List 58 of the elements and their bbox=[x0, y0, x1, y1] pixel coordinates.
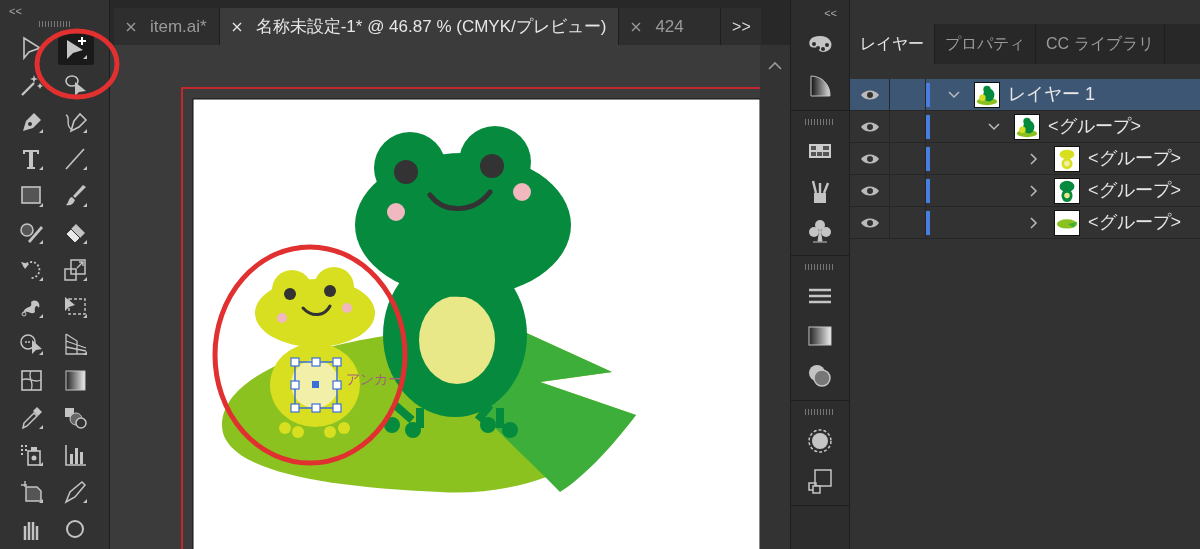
close-icon[interactable] bbox=[631, 21, 642, 32]
scroll-up-icon[interactable] bbox=[768, 61, 782, 70]
rectangle-icon bbox=[19, 183, 45, 209]
layer-row[interactable]: <グループ> bbox=[850, 207, 1200, 239]
chevron-right-icon[interactable] bbox=[1030, 152, 1038, 165]
layer-row[interactable]: <グループ> bbox=[850, 143, 1200, 175]
line-icon bbox=[63, 146, 89, 172]
blend-icon bbox=[63, 405, 89, 431]
artboard-icon bbox=[19, 479, 45, 505]
scale-icon bbox=[63, 257, 89, 283]
spray-can-icon bbox=[19, 442, 45, 468]
layer-row[interactable]: レイヤー 1 bbox=[850, 79, 1200, 111]
stacked-squares-icon[interactable] bbox=[806, 467, 834, 495]
selection-bounding-box bbox=[290, 357, 342, 413]
layer-name: <グループ> bbox=[1048, 115, 1142, 138]
document-tab[interactable]: item.ai* bbox=[114, 8, 220, 45]
layer-thumbnail bbox=[1054, 177, 1080, 204]
eye-icon[interactable] bbox=[859, 120, 880, 133]
overlapping-circles-icon[interactable] bbox=[806, 362, 834, 390]
shape-builder-icon bbox=[19, 331, 45, 357]
eyedropper-icon bbox=[19, 405, 45, 431]
chevron-right-icon[interactable] bbox=[1030, 216, 1038, 229]
perspective-grid-icon bbox=[63, 331, 89, 357]
document-tab[interactable]: 名称未設定-1* @ 46.87 % (CMYK/プレビュー) bbox=[219, 8, 620, 45]
brush-icon bbox=[63, 183, 89, 209]
layer-thumbnail bbox=[974, 81, 1000, 108]
layer-thumbnail bbox=[1054, 145, 1080, 172]
club-icon[interactable] bbox=[806, 217, 834, 245]
layer-name: <グループ> bbox=[1088, 211, 1182, 234]
tab-overflow-button[interactable]: >> bbox=[721, 8, 762, 45]
anchor-hint-label: アンカー bbox=[346, 371, 402, 387]
collapse-toggle[interactable]: << bbox=[824, 8, 837, 24]
layer-name: <グループ> bbox=[1088, 179, 1182, 202]
layer-thumbnail bbox=[1054, 209, 1080, 236]
bar-chart-icon bbox=[63, 442, 89, 468]
panel-tab[interactable]: レイヤー bbox=[850, 24, 935, 64]
document-tab[interactable]: 424 bbox=[619, 8, 722, 45]
shape-pencil-icon bbox=[19, 220, 45, 246]
layer-row[interactable]: <グループ> bbox=[850, 175, 1200, 207]
dashed-circle-icon[interactable] bbox=[806, 427, 834, 455]
collapse-toggle[interactable]: << bbox=[9, 6, 22, 17]
eye-icon[interactable] bbox=[859, 152, 880, 165]
eye-icon[interactable] bbox=[859, 216, 880, 229]
chevron-right-icon[interactable] bbox=[1030, 184, 1038, 197]
layer-name: <グループ> bbox=[1088, 147, 1182, 170]
layer-thumbnail bbox=[1014, 113, 1040, 140]
eye-icon[interactable] bbox=[859, 88, 880, 101]
eye-icon[interactable] bbox=[859, 184, 880, 197]
grip-handle[interactable] bbox=[38, 21, 71, 27]
chevron-down-icon[interactable] bbox=[948, 90, 960, 99]
gradient-icon bbox=[63, 368, 89, 394]
layer-row[interactable]: <グループ> bbox=[850, 111, 1200, 143]
mesh-icon bbox=[19, 368, 45, 394]
knife-icon bbox=[63, 479, 89, 505]
free-transform-icon bbox=[63, 294, 89, 320]
layer-name: レイヤー 1 bbox=[1008, 83, 1095, 106]
chevron-down-icon[interactable] bbox=[988, 122, 1000, 131]
close-icon[interactable] bbox=[126, 21, 136, 32]
